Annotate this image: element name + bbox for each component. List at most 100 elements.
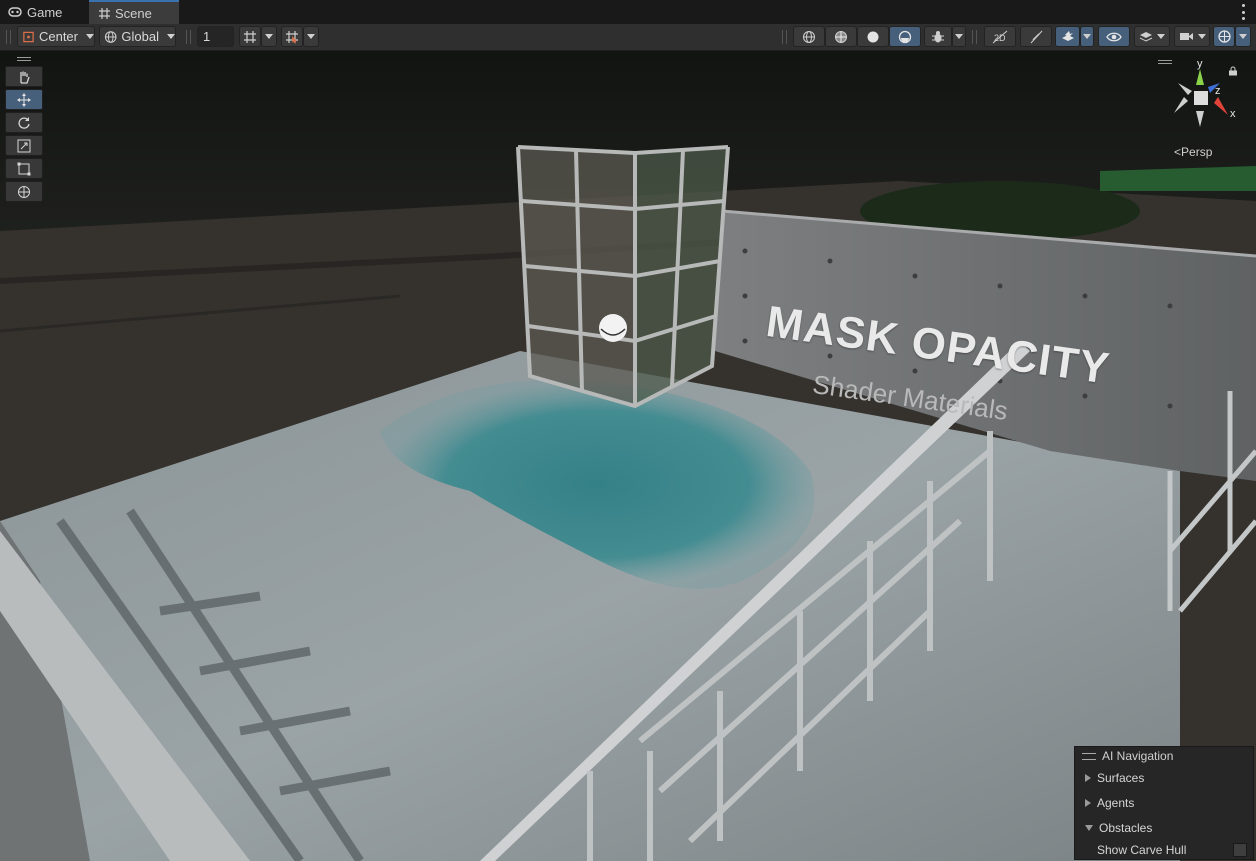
grid-icon [244,30,256,43]
axis-y-label: y [1197,58,1203,70]
lock-icon[interactable] [1228,66,1238,76]
grid-hash-icon [99,7,110,19]
unlit-sphere-icon [898,30,912,43]
ai-navigation-title: AI Navigation [1102,749,1174,763]
chevron-down-icon [1239,34,1247,39]
debug-draw-button[interactable] [924,26,952,47]
gizmos-button[interactable] [1213,26,1235,47]
show-carve-hull-option: Show Carve Hull [1075,840,1253,860]
tab-game-label: Game [27,4,63,20]
gamepad-icon [8,7,22,17]
pivot-rotation-dropdown[interactable]: Global [99,26,176,47]
grid-options-dropdown[interactable] [261,26,277,47]
hand-tool-button[interactable] [5,66,43,87]
section-obstacles-label: Obstacles [1099,820,1153,835]
grid-visibility-button[interactable] [239,26,261,47]
draw-mode-shaded-button[interactable] [857,26,889,47]
svg-text:2D: 2D [994,33,1006,43]
chevron-down-icon [86,34,94,39]
bug-icon [932,30,944,42]
chevron-down-icon [1085,824,1093,831]
gizmos-dropdown[interactable] [1235,26,1251,47]
draw-mode-unlit-button[interactable] [889,26,921,47]
tab-game[interactable]: Game [0,0,88,24]
projection-label: Persp [1181,145,1213,159]
section-surfaces[interactable]: Surfaces [1075,765,1253,790]
hand-icon [20,71,30,84]
shaded-wireframe-sphere-icon [835,30,847,43]
debug-draw-dropdown[interactable] [952,26,966,47]
more-menu-icon[interactable] [1242,4,1246,20]
toolbar-grip[interactable] [186,30,191,44]
draw-mode-wireframe-button[interactable] [793,26,825,47]
rect-tool-button[interactable] [5,158,43,179]
tool-palette-handle[interactable] [17,57,31,61]
chevron-right-icon [1085,773,1091,782]
grid-snap-value: 1 [203,29,211,44]
chevron-down-icon [955,34,963,39]
scene-toolbar: Center Global 1 2D [0,24,1256,51]
scale-tool-button[interactable] [5,135,43,156]
drag-handle-icon[interactable] [1082,752,1096,760]
snap-options-dropdown[interactable] [303,26,319,47]
scene-viewport[interactable]: MASK OPACITY Shader Materials y z x <Per… [0,51,1256,861]
layers-icon [1139,31,1153,42]
pivot-mode-dropdown[interactable]: Center [17,26,95,47]
section-agents-label: Agents [1097,795,1135,810]
2d-off-icon: 2D [992,30,1008,43]
scene-effects-dropdown[interactable] [1080,26,1094,47]
move-tool-button[interactable] [5,89,43,110]
scene-render[interactable] [0,51,1256,861]
pivot-center-icon [23,31,34,42]
perspective-chevron-icon: < [1174,145,1182,159]
pivot-rotation-label: Global [121,29,159,44]
chevron-down-icon [1083,34,1091,39]
scene-visibility-button[interactable] [1098,26,1130,47]
chevron-down-icon [265,34,273,39]
chevron-down-icon [167,34,175,39]
layers-effects-icon [1061,30,1074,41]
rotate-tool-button[interactable] [5,112,43,133]
wireframe-sphere-icon [803,30,815,43]
rotate-icon [18,116,30,129]
light-off-icon [1030,30,1043,43]
camera-settings-dropdown[interactable] [1174,26,1210,47]
eye-icon [1106,32,1122,41]
section-agents[interactable]: Agents [1075,790,1253,815]
camera-icon [1179,33,1193,40]
move-arrows-icon [17,92,31,107]
draw-mode-shaded-wireframe-button[interactable] [825,26,857,47]
tab-bar: Game Scene [0,0,1256,24]
tool-palette [5,57,43,204]
grid-snap-input[interactable]: 1 [197,26,234,47]
gizmo-handle[interactable] [1158,60,1172,64]
toolbar-grip[interactable] [6,30,11,44]
tab-scene-label: Scene [115,5,152,21]
rect-transform-icon [17,162,31,175]
scene-effects-button[interactable] [1055,26,1080,47]
shaded-sphere-icon [867,31,879,42]
globe-icon [104,30,117,43]
show-carve-hull-label: Show Carve Hull [1097,843,1187,857]
2d-toggle-button[interactable]: 2D [984,26,1016,47]
transform-tool-button[interactable] [5,181,43,202]
layers-dropdown[interactable] [1134,26,1170,47]
show-carve-hull-checkbox[interactable] [1233,843,1247,857]
ai-navigation-overlay: AI Navigation Surfaces Agents Obstacles … [1074,746,1254,860]
grid-snapping-button[interactable] [281,26,303,47]
toolbar-grip[interactable] [972,30,977,44]
chevron-down-icon [307,34,315,39]
lighting-toggle-button[interactable] [1020,26,1052,47]
chevron-down-icon [1197,34,1206,39]
axis-x-label: x [1230,108,1236,120]
scale-icon [17,139,31,152]
section-obstacles[interactable]: Obstacles [1075,815,1253,840]
chevron-down-icon [1157,34,1165,39]
projection-toggle[interactable]: <Persp [1174,145,1212,159]
toolbar-grip[interactable] [782,30,787,44]
ai-navigation-header[interactable]: AI Navigation [1075,747,1253,765]
snap-grid-icon [286,30,298,43]
tab-scene[interactable]: Scene [89,0,179,24]
pivot-mode-label: Center [38,29,78,44]
gizmo-icon [1217,30,1231,43]
